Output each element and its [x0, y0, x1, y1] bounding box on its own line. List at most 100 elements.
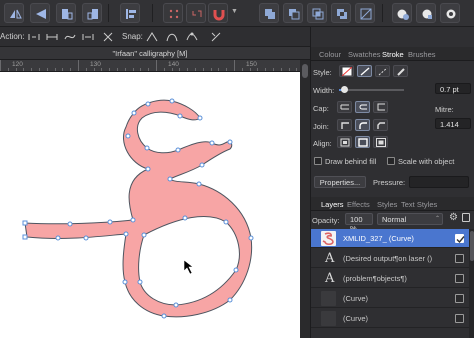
blend-mode-value: Normal: [382, 215, 407, 224]
snapping-icon: [192, 10, 202, 17]
insert-behind-button[interactable]: [416, 3, 436, 23]
join-round-button[interactable]: [355, 119, 370, 131]
flip-horizontal-button[interactable]: [4, 3, 24, 23]
reverse-curve-button[interactable]: [100, 30, 116, 44]
cap-square-button[interactable]: [373, 101, 388, 113]
chevron-down-icon[interactable]: ▼: [231, 8, 238, 15]
grid-button[interactable]: [163, 3, 183, 23]
width-field[interactable]: 0.7 pt: [435, 83, 471, 94]
layer-visibility-checkbox[interactable]: [455, 274, 464, 283]
insert-inside-button[interactable]: [392, 3, 412, 23]
cap-butt-button[interactable]: [337, 101, 352, 113]
snapping-button[interactable]: [186, 3, 206, 23]
flip-vertical-button[interactable]: [30, 3, 50, 23]
draw-behind-fill-checkbox[interactable]: [314, 157, 322, 165]
join-curves-button[interactable]: [80, 30, 96, 44]
ruler-tick: [280, 68, 282, 71]
boolean-add-button[interactable]: [259, 3, 279, 23]
transform-mode-button[interactable]: [208, 30, 224, 44]
transform-mode-icon: [211, 32, 221, 42]
align-label: Align:: [313, 139, 332, 148]
boolean-intersect-button[interactable]: [307, 3, 327, 23]
tab-effects[interactable]: Effects: [347, 200, 370, 209]
tab-layers[interactable]: Layers: [321, 200, 344, 209]
layer-row-curve[interactable]: (Curve): [311, 289, 469, 308]
calligraphy-thumbnail: [322, 232, 334, 246]
break-curve-button[interactable]: [26, 30, 42, 44]
smooth-curve-button[interactable]: [62, 30, 78, 44]
document-tab[interactable]: "Irfaan" calligraphy [M]: [0, 47, 310, 60]
tab-styles[interactable]: Styles: [377, 200, 397, 209]
layer-row-text[interactable]: A (problem¶objects¶): [311, 269, 469, 288]
opacity-dropdown[interactable]: 100 %: [345, 213, 373, 233]
align-center-button[interactable]: [355, 136, 370, 148]
boolean-xor-button[interactable]: [331, 3, 351, 23]
rotate-left-button[interactable]: [56, 3, 76, 23]
tab-colour[interactable]: Colour: [319, 50, 341, 59]
ruler-tick: [46, 68, 48, 71]
tab-stroke[interactable]: Stroke: [382, 50, 404, 59]
ruler-tick: [156, 60, 157, 71]
boolean-divide-button[interactable]: [355, 3, 375, 23]
style-brush-button[interactable]: [393, 65, 408, 77]
align-button[interactable]: [120, 3, 140, 23]
tab-swatches[interactable]: Swatches: [348, 50, 381, 59]
layers-scrollbar[interactable]: [469, 229, 474, 338]
canvas-vertical-scrollbar[interactable]: [300, 60, 310, 338]
layer-lock-icon[interactable]: [462, 213, 470, 222]
mitre-field[interactable]: 1.414: [435, 118, 471, 129]
width-slider-track[interactable]: [339, 89, 404, 91]
text-layer-icon: A: [325, 271, 335, 286]
cap-round-button[interactable]: [355, 101, 370, 113]
check-icon: [456, 236, 465, 244]
blend-mode-dropdown[interactable]: Normal: [377, 213, 443, 225]
gear-icon[interactable]: ⚙: [449, 212, 458, 223]
calligraphy-curve[interactable]: [24, 99, 253, 318]
ruler-tick: [78, 60, 79, 71]
properties-button[interactable]: Properties...: [314, 176, 366, 188]
magnet-button[interactable]: [208, 3, 228, 23]
snap-sharp-button[interactable]: [144, 30, 160, 44]
width-slider-handle[interactable]: [341, 86, 349, 93]
scale-with-object-checkbox[interactable]: [387, 157, 395, 165]
layer-row-text[interactable]: A (Desired output¶on laser (): [311, 249, 469, 268]
rotate-right-button[interactable]: [82, 3, 102, 23]
ruler-tick: [117, 68, 118, 71]
layers-panel-tabs: Layers Effects Styles Text Styles: [311, 197, 474, 211]
style-none-button[interactable]: [339, 65, 354, 77]
solid-line-icon: [360, 67, 370, 76]
join-bevel-button[interactable]: [373, 119, 388, 131]
layer-visibility-checkbox[interactable]: [455, 254, 464, 263]
snap-smooth-button[interactable]: [164, 30, 180, 44]
boolean-subtract-icon: [289, 9, 300, 20]
align-outside-button[interactable]: [373, 136, 388, 148]
document-canvas[interactable]: [0, 72, 300, 338]
rotate-right-icon: [87, 9, 98, 20]
join-miter-button[interactable]: [337, 119, 352, 131]
tab-text-styles[interactable]: Text Styles: [401, 200, 437, 209]
boolean-subtract-button[interactable]: [283, 3, 303, 23]
align-center-icon: [358, 138, 368, 147]
calligraphy-artwork[interactable]: [0, 72, 300, 338]
snap-smooth-icon: [166, 33, 178, 42]
style-solid-button[interactable]: [357, 65, 372, 77]
layer-visibility-checkbox[interactable]: [455, 314, 464, 323]
insert-top-button[interactable]: [440, 3, 460, 23]
boolean-intersect-icon: [312, 8, 324, 20]
close-curve-button[interactable]: [44, 30, 60, 44]
layers-scrollbar-thumb[interactable]: [470, 231, 474, 261]
layer-visibility-checkbox[interactable]: [455, 234, 465, 244]
snap-auto-button[interactable]: [184, 30, 200, 44]
pressure-graph[interactable]: [409, 176, 469, 188]
align-inside-icon: [340, 138, 350, 147]
layer-row-curve-selected[interactable]: XMLID_327_ (Curve): [311, 229, 469, 248]
style-dash-button[interactable]: [375, 65, 390, 77]
layer-visibility-checkbox[interactable]: [455, 294, 464, 303]
align-inside-button[interactable]: [337, 136, 352, 148]
scrollbar-thumb[interactable]: [302, 64, 308, 78]
width-label: Width:: [313, 86, 335, 95]
tab-brushes[interactable]: Brushes: [408, 50, 436, 59]
ruler-tick: [187, 68, 189, 71]
dashed-line-icon: [378, 67, 388, 76]
layer-row-curve[interactable]: (Curve): [311, 309, 469, 328]
